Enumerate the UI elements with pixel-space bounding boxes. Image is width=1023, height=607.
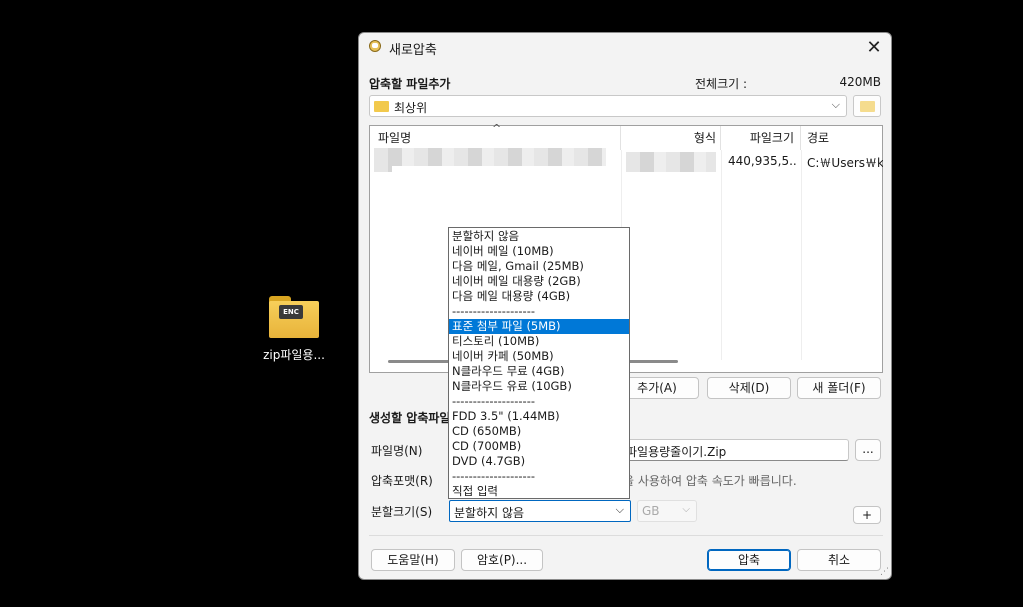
dropdown-option[interactable]: 티스토리 (10MB) — [449, 334, 629, 349]
desktop-folder-icon[interactable]: ENC zip파일용... — [256, 292, 332, 363]
unit-value: GB — [642, 504, 660, 518]
add-split-button[interactable]: + — [853, 506, 881, 524]
chevron-down-icon: ⌵ — [682, 504, 690, 515]
path-combo[interactable]: 최상위 ⌵ — [369, 95, 847, 117]
dropdown-option[interactable]: 네이버 메일 대용량 (2GB) — [449, 274, 629, 289]
path-combo-value: 최상위 — [394, 101, 428, 115]
enc-badge: ENC — [279, 305, 303, 319]
resize-grip-icon[interactable]: ⋰ — [880, 567, 889, 577]
filename-value: 파일용량줄이기.Zip — [626, 445, 727, 459]
dropdown-option[interactable]: 네이버 메일 (10MB) — [449, 244, 629, 259]
dropdown-option[interactable]: 네이버 카페 (50MB) — [449, 349, 629, 364]
format-hint: 을 사용하여 압축 속도가 빠릅니다. — [623, 474, 797, 488]
new-folder-button[interactable]: 새 폴더(F) — [797, 377, 881, 399]
desktop-icon-label: zip파일용... — [263, 348, 325, 362]
dropdown-option[interactable]: DVD (4.7GB) — [449, 454, 629, 469]
folder-up-icon — [860, 101, 875, 112]
unit-combo[interactable]: GB ⌵ — [637, 500, 697, 522]
dropdown-option[interactable]: N클라우드 무료 (4GB) — [449, 364, 629, 379]
split-size-value: 분할하지 않음 — [454, 506, 525, 520]
column-header-size[interactable]: 파일크기 — [721, 126, 801, 150]
delete-button[interactable]: 삭제(D) — [707, 377, 791, 399]
encrypted-folder-icon: ENC — [269, 296, 319, 338]
format-label: 압축포맷(R) — [371, 474, 433, 488]
filename-label: 파일명(N) — [371, 444, 423, 458]
password-button[interactable]: 암호(P)... — [461, 549, 543, 571]
dropdown-option[interactable]: N클라우드 유료 (10GB) — [449, 379, 629, 394]
dropdown-option[interactable]: CD (700MB) — [449, 439, 629, 454]
split-size-dropdown[interactable]: 분할하지 않음 네이버 메일 (10MB) 다음 메일, Gmail (25MB) 네… — [448, 227, 630, 499]
total-size-label: 전체크기 : — [695, 77, 748, 91]
add-files-section-title: 압축할 파일추가 — [369, 77, 451, 91]
file-name-cell — [374, 148, 606, 166]
dialog-title: 새로압축 — [389, 43, 437, 58]
footer-divider — [369, 535, 883, 536]
dropdown-separator: -------------------- — [452, 304, 535, 318]
folder-icon — [374, 101, 389, 112]
cancel-button[interactable]: 취소 — [797, 549, 881, 571]
chevron-down-icon: ⌵ — [615, 503, 624, 516]
column-header-type[interactable]: 형식 — [621, 126, 721, 150]
file-type-cell — [626, 152, 716, 172]
close-icon[interactable]: ✕ — [863, 37, 885, 59]
dropdown-separator: -------------------- — [452, 394, 535, 408]
dropdown-option[interactable]: 직접 입력 — [449, 484, 629, 498]
dropdown-option[interactable]: FDD 3.5" (1.44MB) — [449, 409, 629, 424]
help-button[interactable]: 도움말(H) — [371, 549, 455, 571]
column-header-name[interactable]: 파일명 — [370, 126, 621, 150]
split-size-combo[interactable]: 분할하지 않음 ⌵ — [449, 500, 631, 522]
split-size-label: 분할크기(S) — [371, 505, 433, 519]
file-path-cell: C:￦Users￦kim — [807, 156, 883, 170]
create-archive-section-title: 생성할 압축파일 — [369, 411, 451, 425]
compress-button[interactable]: 압축 — [707, 549, 791, 571]
folder-up-button[interactable] — [853, 95, 881, 117]
dropdown-option[interactable]: 분할하지 않음 — [449, 229, 629, 244]
total-size-value: 420MB — [839, 75, 882, 89]
browse-button[interactable]: ... — [855, 439, 881, 461]
title-bar: 새로압축 ✕ — [359, 33, 891, 63]
file-size-cell: 440,935,5... — [728, 154, 798, 168]
column-header-path[interactable]: 경로 — [801, 126, 884, 150]
dropdown-option[interactable]: 다음 메일, Gmail (25MB) — [449, 259, 629, 274]
dropdown-option[interactable]: CD (650MB) — [449, 424, 629, 439]
dropdown-option[interactable]: 다음 메일 대용량 (4GB) — [449, 289, 629, 304]
dropdown-option[interactable]: 표준 첨부 파일 (5MB) — [449, 319, 629, 334]
chevron-down-icon: ⌵ — [831, 98, 840, 111]
dropdown-separator: -------------------- — [452, 469, 535, 483]
bandizip-app-icon — [367, 39, 383, 55]
